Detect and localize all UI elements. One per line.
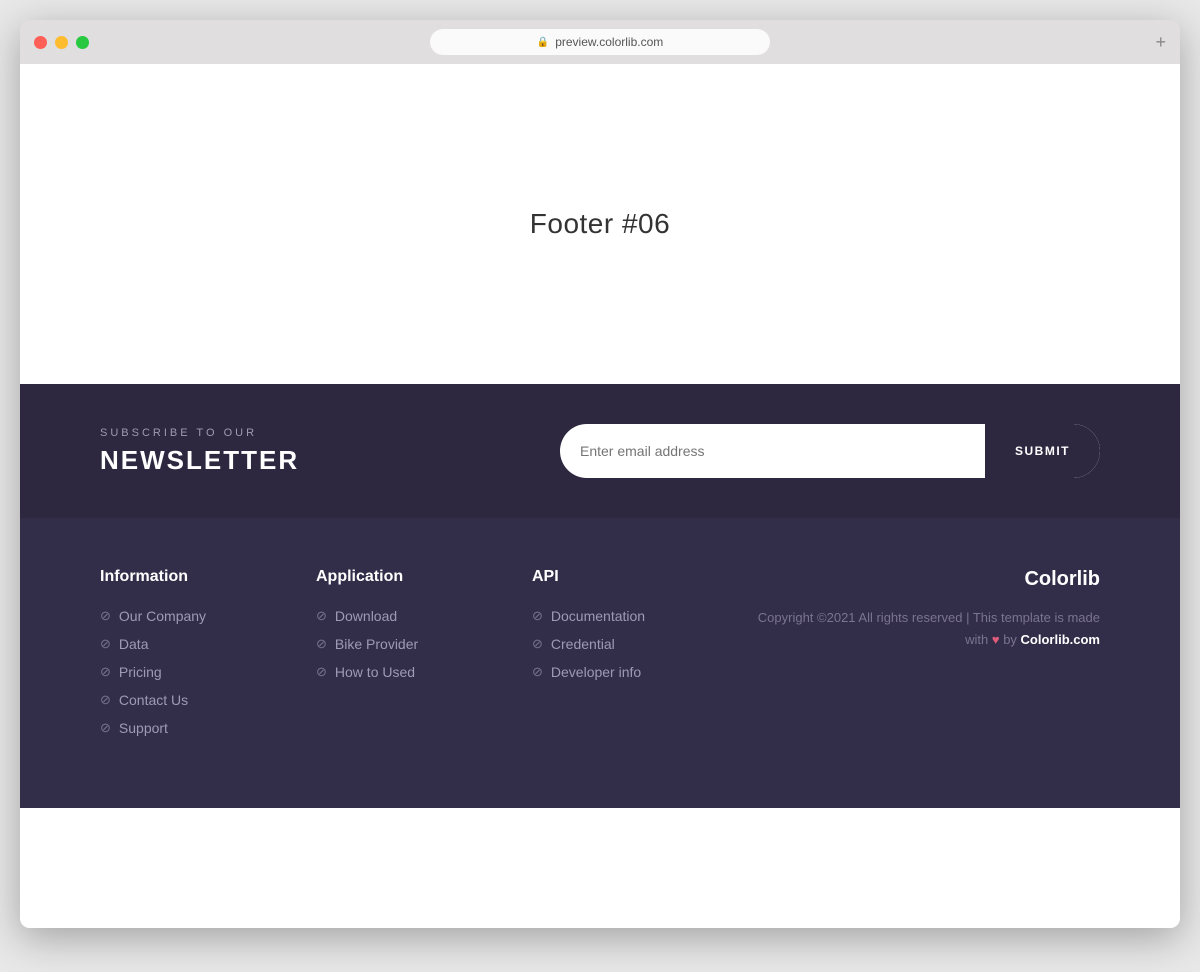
footer-section: Information ⊘ Our Company ⊘ Data ⊘ Prici — [20, 518, 1180, 808]
page-content: Footer #06 SUBSCRIBE TO OUR NEWSLETTER S… — [20, 64, 1180, 928]
newsletter-sub-label: SUBSCRIBE TO OUR — [100, 427, 299, 439]
brand-name: Colorlib — [748, 568, 1100, 591]
check-icon: ⊘ — [100, 664, 111, 680]
footer-col-api-list: ⊘ Documentation ⊘ Credential ⊘ Developer… — [532, 608, 708, 680]
list-item: ⊘ Our Company — [100, 608, 276, 624]
address-bar[interactable]: 🔒 preview.colorlib.com — [430, 29, 770, 55]
list-item: ⊘ Bike Provider — [316, 636, 492, 652]
check-icon: ⊘ — [532, 608, 543, 624]
check-icon: ⊘ — [532, 636, 543, 652]
information-link-our-company[interactable]: Our Company — [119, 608, 206, 624]
email-input[interactable] — [580, 443, 985, 459]
footer-col-application-title: Application — [316, 568, 492, 586]
api-link-credential[interactable]: Credential — [551, 636, 615, 652]
api-link-developer-info[interactable]: Developer info — [551, 664, 641, 680]
bottom-white-area — [20, 808, 1180, 928]
list-item: ⊘ Contact Us — [100, 692, 276, 708]
check-icon: ⊘ — [316, 636, 327, 652]
newsletter-main-label: NEWSLETTER — [100, 445, 299, 476]
maximize-button[interactable] — [76, 36, 89, 49]
new-tab-button[interactable]: + — [1155, 32, 1166, 53]
page-title: Footer #06 — [530, 208, 670, 240]
list-item: ⊘ Download — [316, 608, 492, 624]
check-icon: ⊘ — [100, 636, 111, 652]
list-item: ⊘ Support — [100, 720, 276, 736]
submit-button[interactable]: SUBMIT — [985, 424, 1100, 478]
browser-titlebar: 🔒 preview.colorlib.com + — [20, 20, 1180, 64]
information-link-pricing[interactable]: Pricing — [119, 664, 162, 680]
footer-col-application-list: ⊘ Download ⊘ Bike Provider ⊘ How to Used — [316, 608, 492, 680]
footer-col-application: Application ⊘ Download ⊘ Bike Provider ⊘ — [316, 568, 492, 748]
url-text: preview.colorlib.com — [555, 35, 663, 49]
api-link-documentation[interactable]: Documentation — [551, 608, 645, 624]
information-link-data[interactable]: Data — [119, 636, 149, 652]
browser-window: 🔒 preview.colorlib.com + Footer #06 SUBS… — [20, 20, 1180, 928]
lock-icon: 🔒 — [537, 37, 549, 48]
footer-col-information-list: ⊘ Our Company ⊘ Data ⊘ Pricing ⊘ — [100, 608, 276, 736]
newsletter-section: SUBSCRIBE TO OUR NEWSLETTER SUBMIT — [20, 384, 1180, 518]
information-link-support[interactable]: Support — [119, 720, 168, 736]
minimize-button[interactable] — [55, 36, 68, 49]
colorlib-link[interactable]: Colorlib.com — [1021, 632, 1100, 647]
copyright-text: Copyright ©2021 All rights reserved | Th… — [748, 607, 1100, 651]
copyright-by: by — [1003, 632, 1017, 647]
footer-col-api-title: API — [532, 568, 708, 586]
check-icon: ⊘ — [100, 692, 111, 708]
main-content-area: Footer #06 — [20, 64, 1180, 384]
check-icon: ⊘ — [100, 608, 111, 624]
check-icon: ⊘ — [532, 664, 543, 680]
list-item: ⊘ Credential — [532, 636, 708, 652]
footer-grid: Information ⊘ Our Company ⊘ Data ⊘ Prici — [100, 568, 1100, 748]
list-item: ⊘ Data — [100, 636, 276, 652]
list-item: ⊘ Developer info — [532, 664, 708, 680]
footer-col-information-title: Information — [100, 568, 276, 586]
footer-col-information: Information ⊘ Our Company ⊘ Data ⊘ Prici — [100, 568, 276, 748]
check-icon: ⊘ — [316, 608, 327, 624]
application-link-bike-provider[interactable]: Bike Provider — [335, 636, 418, 652]
check-icon: ⊘ — [316, 664, 327, 680]
application-link-how-to-used[interactable]: How to Used — [335, 664, 415, 680]
check-icon: ⊘ — [100, 720, 111, 736]
newsletter-text: SUBSCRIBE TO OUR NEWSLETTER — [100, 427, 299, 476]
close-button[interactable] — [34, 36, 47, 49]
list-item: ⊘ Documentation — [532, 608, 708, 624]
list-item: ⊘ Pricing — [100, 664, 276, 680]
footer-col-brand: Colorlib Copyright ©2021 All rights rese… — [748, 568, 1100, 748]
footer-col-api: API ⊘ Documentation ⊘ Credential ⊘ Devel — [532, 568, 708, 748]
information-link-contact[interactable]: Contact Us — [119, 692, 188, 708]
list-item: ⊘ How to Used — [316, 664, 492, 680]
application-link-download[interactable]: Download — [335, 608, 397, 624]
newsletter-form: SUBMIT — [560, 424, 1100, 478]
heart-icon: ♥ — [992, 632, 1000, 647]
